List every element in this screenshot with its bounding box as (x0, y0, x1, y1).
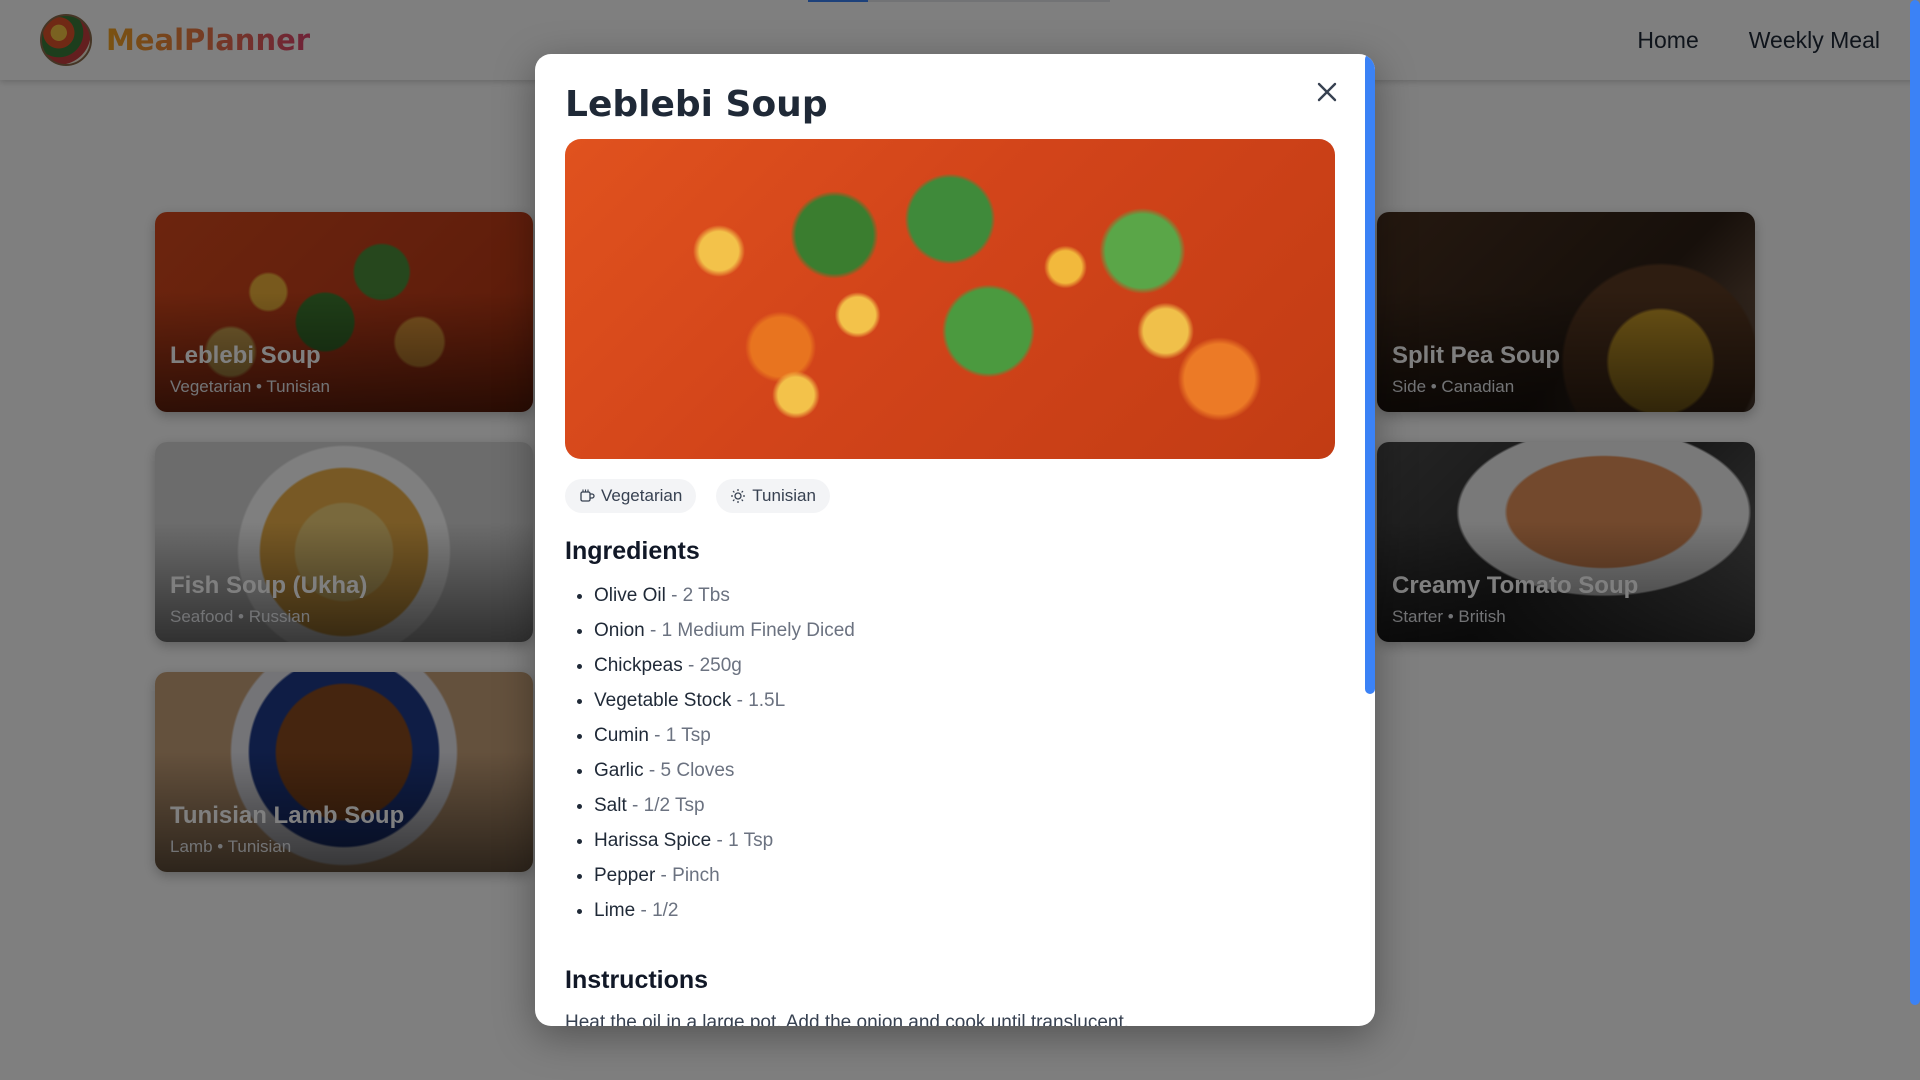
ingredient-name: Harissa Spice (594, 830, 712, 851)
tag-area: Tunisian (716, 479, 830, 513)
ingredient-item: Lime - 1/2 (594, 893, 1335, 928)
ingredient-qty: - 2 Tbs (665, 585, 730, 606)
modal-content: Leblebi Soup Vegetarian Tunisian Ingredi… (565, 84, 1335, 1026)
tag-category: Vegetarian (565, 479, 697, 513)
ingredient-name: Pepper (594, 865, 656, 886)
ingredient-item: Cumin - 1 Tsp (594, 718, 1335, 753)
ingredient-item: Harissa Spice - 1 Tsp (594, 823, 1335, 858)
page-scrollbar[interactable] (1910, 0, 1920, 1080)
ingredient-name: Garlic (594, 760, 644, 781)
page-scrollbar-thumb[interactable] (1910, 0, 1920, 1005)
ingredient-name: Chickpeas (594, 655, 683, 676)
ingredient-item: Chickpeas - 250g (594, 648, 1335, 683)
sun-icon (731, 489, 746, 503)
ingredient-item: Olive Oil - 2 Tbs (594, 578, 1335, 613)
ingredient-qty: - 1 Tsp (648, 725, 711, 746)
ingredient-qty: - 1 Medium Finely Diced (644, 620, 855, 641)
ingredient-qty: - 1/2 (635, 900, 679, 921)
recipe-title: Leblebi Soup (565, 84, 828, 125)
instructions-heading: Instructions (565, 966, 709, 994)
recipe-modal: Leblebi Soup Vegetarian Tunisian Ingredi… (535, 54, 1375, 1026)
ingredient-qty: - 5 Cloves (643, 760, 735, 781)
ingredient-item: Pepper - Pinch (594, 858, 1335, 893)
ingredient-name: Salt (594, 795, 627, 816)
ingredient-qty: - 1.5L (731, 690, 786, 711)
ingredient-name: Cumin (594, 725, 649, 746)
recipe-image (565, 139, 1335, 459)
ingredient-qty: - Pinch (655, 865, 720, 886)
ingredients-list: Olive Oil - 2 Tbs Onion - 1 Medium Finel… (565, 578, 1335, 928)
ingredient-item: Vegetable Stock - 1.5L (594, 683, 1335, 718)
ingredient-name: Lime (594, 900, 636, 921)
ingredient-name: Olive Oil (594, 585, 666, 606)
ingredient-item: Salt - 1/2 Tsp (594, 788, 1335, 823)
modal-scrollbar-thumb[interactable] (1365, 54, 1375, 694)
recipe-tags: Vegetarian Tunisian (565, 479, 1335, 513)
instructions-text: Heat the oil in a large pot. Add the oni… (565, 1012, 1130, 1026)
ingredients-heading: Ingredients (565, 537, 700, 565)
ingredient-item: Onion - 1 Medium Finely Diced (594, 613, 1335, 648)
mug-icon (580, 489, 595, 502)
ingredient-qty: - 1 Tsp (711, 830, 774, 851)
ingredient-name: Onion (594, 620, 645, 641)
ingredient-name: Vegetable Stock (594, 690, 732, 711)
ingredient-qty: - 250g (682, 655, 742, 676)
tag-area-label: Tunisian (752, 486, 816, 505)
ingredient-item: Garlic - 5 Cloves (594, 753, 1335, 788)
tag-category-label: Vegetarian (601, 486, 683, 505)
ingredient-qty: - 1/2 Tsp (626, 795, 705, 816)
